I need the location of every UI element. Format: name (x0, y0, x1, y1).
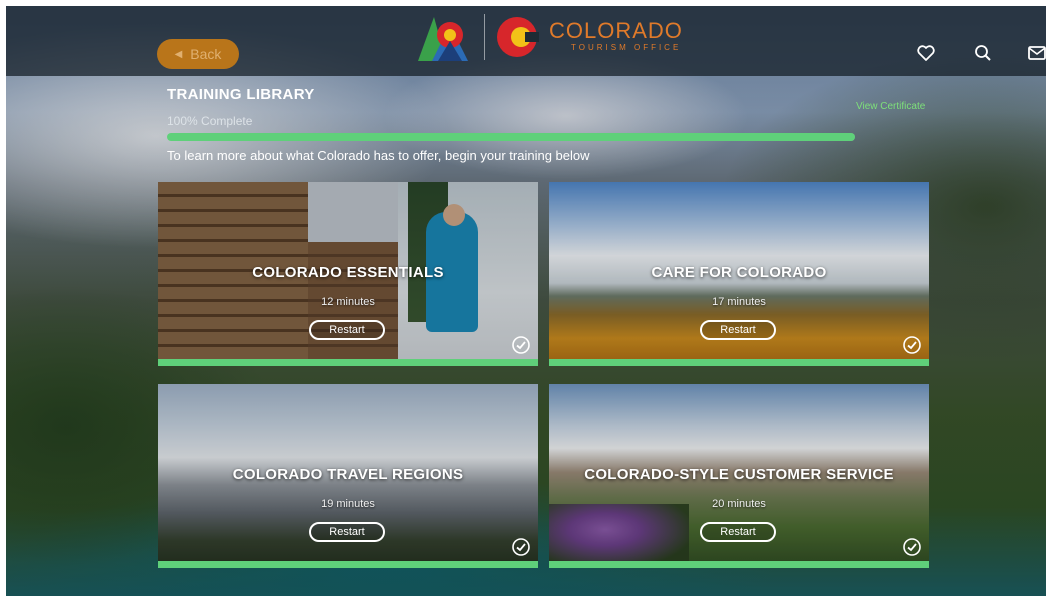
training-library: TRAINING LIBRARY 100% Complete View Cert… (6, 6, 1046, 596)
restart-button[interactable]: Restart (309, 320, 385, 340)
course-title: COLORADO-STYLE CUSTOMER SERVICE (584, 466, 894, 483)
intro-text: To learn more about what Colorado has to… (167, 148, 590, 163)
view-certificate-link[interactable]: View Certificate (856, 101, 925, 112)
progress-bar (167, 133, 855, 141)
course-duration: 20 minutes (712, 498, 766, 510)
course-card-colorado-travel-regions[interactable]: COLORADO TRAVEL REGIONS 19 minutes Resta… (158, 384, 538, 568)
course-duration: 19 minutes (321, 498, 375, 510)
course-card-colorado-essentials[interactable]: COLORADO ESSENTIALS 12 minutes Restart (158, 182, 538, 366)
course-progress-bar (549, 359, 929, 366)
course-card-care-for-colorado[interactable]: CARE FOR COLORADO 17 minutes Restart (549, 182, 929, 366)
course-progress-bar (158, 561, 538, 568)
completed-check-icon (512, 336, 530, 354)
course-title: COLORADO TRAVEL REGIONS (232, 466, 464, 483)
restart-button[interactable]: Restart (700, 522, 776, 542)
course-title: CARE FOR COLORADO (651, 264, 827, 281)
restart-button[interactable]: Restart (309, 522, 385, 542)
page-title: TRAINING LIBRARY (167, 86, 315, 103)
course-title: COLORADO ESSENTIALS (252, 264, 444, 281)
course-duration: 12 minutes (321, 296, 375, 308)
app-frame: ◀ Back COLORADO TOURISM OFFICE TRAINING … (6, 6, 1046, 596)
completed-check-icon (512, 538, 530, 556)
course-progress-bar (549, 561, 929, 568)
course-progress-bar (158, 359, 538, 366)
restart-button[interactable]: Restart (700, 320, 776, 340)
course-duration: 17 minutes (712, 296, 766, 308)
completion-text: 100% Complete (167, 114, 253, 128)
progress-fill (167, 133, 855, 141)
completed-check-icon (903, 538, 921, 556)
course-card-colorado-style-customer-service[interactable]: COLORADO-STYLE CUSTOMER SERVICE 20 minut… (549, 384, 929, 568)
completed-check-icon (903, 336, 921, 354)
